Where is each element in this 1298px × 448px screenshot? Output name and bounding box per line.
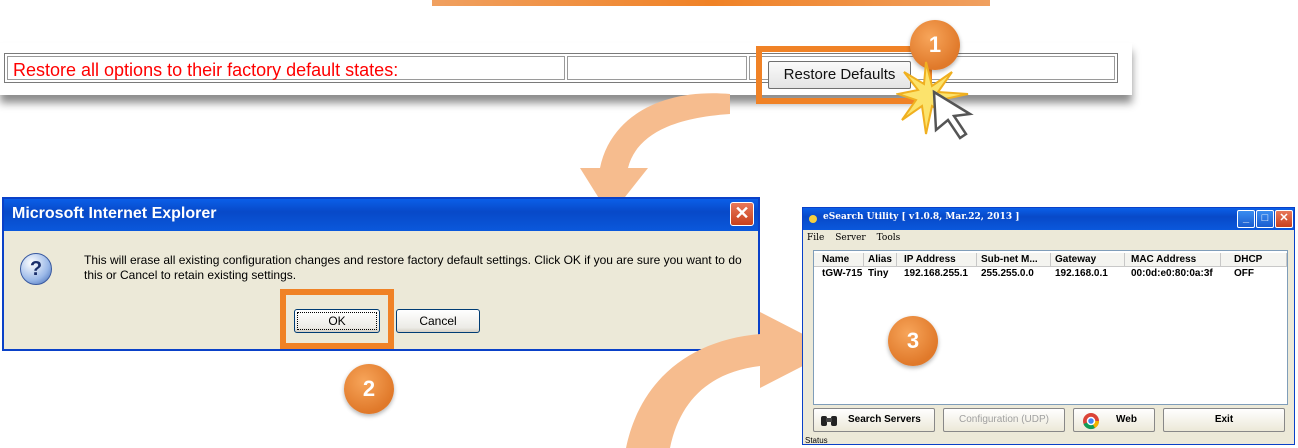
cell-ip: 192.168.255.1 xyxy=(904,268,968,279)
step-3-badge: 3 xyxy=(888,316,938,366)
server-list-header: Name Alias IP Address Sub-net M... Gatew… xyxy=(814,253,1287,267)
exit-button[interactable]: Exit xyxy=(1163,408,1285,432)
column-mac[interactable]: MAC Address xyxy=(1131,254,1196,265)
web-label: Web xyxy=(1116,414,1137,425)
restore-empty-cell xyxy=(567,56,747,80)
restore-label: Restore all options to their factory def… xyxy=(13,60,399,80)
cancel-button[interactable]: Cancel xyxy=(396,309,480,333)
maximize-icon[interactable]: □ xyxy=(1256,210,1274,228)
esearch-titlebar: eSearch Utility [ v1.0.8, Mar.22, 2013 ]… xyxy=(803,208,1294,230)
binoculars-icon xyxy=(821,416,837,426)
top-orange-line xyxy=(432,0,990,6)
search-servers-button[interactable]: Search Servers xyxy=(813,408,935,432)
chrome-icon xyxy=(1083,413,1100,430)
menu-server[interactable]: Server xyxy=(835,233,866,243)
column-dhcp[interactable]: DHCP xyxy=(1234,254,1262,265)
ok-highlight-box xyxy=(280,289,394,349)
question-icon: ? xyxy=(20,253,52,285)
cell-mac: 00:0d:e0:80:0a:3f xyxy=(1131,268,1213,279)
web-button[interactable]: Web xyxy=(1073,408,1155,432)
column-alias[interactable]: Alias xyxy=(868,254,892,265)
menu-tools[interactable]: Tools xyxy=(877,233,901,243)
server-list[interactable]: Name Alias IP Address Sub-net M... Gatew… xyxy=(813,250,1288,405)
esearch-window: eSearch Utility [ v1.0.8, Mar.22, 2013 ]… xyxy=(802,207,1295,445)
ie-titlebar: Microsoft Internet Explorer ✕ xyxy=(4,199,758,231)
cell-gateway: 192.168.0.1 xyxy=(1055,268,1108,279)
ie-dialog-title: Microsoft Internet Explorer xyxy=(12,205,217,222)
mouse-cursor-icon xyxy=(932,89,974,140)
configuration-udp-button[interactable]: Configuration (UDP) xyxy=(943,408,1065,432)
menu-file[interactable]: File xyxy=(807,233,824,243)
close-icon[interactable]: ✕ xyxy=(730,202,754,226)
step-2-badge: 2 xyxy=(344,364,394,414)
column-ip[interactable]: IP Address xyxy=(904,254,956,265)
esearch-menubar: File Server Tools xyxy=(807,233,908,243)
ie-dialog-message: This will erase all existing configurati… xyxy=(84,253,742,282)
esearch-title: eSearch Utility [ v1.0.8, Mar.22, 2013 ] xyxy=(823,212,1020,222)
cell-dhcp: OFF xyxy=(1234,268,1254,279)
cell-name: tGW-715 xyxy=(822,268,863,279)
minimize-icon[interactable]: _ xyxy=(1237,210,1255,228)
close-icon[interactable]: ✕ xyxy=(1275,210,1293,228)
cell-subnet: 255.255.0.0 xyxy=(981,268,1034,279)
cell-alias: Tiny xyxy=(868,268,889,279)
column-subnet[interactable]: Sub-net M... xyxy=(981,254,1038,265)
app-icon xyxy=(809,215,817,223)
column-name[interactable]: Name xyxy=(822,254,849,265)
status-bar: Status xyxy=(805,436,828,445)
column-gateway[interactable]: Gateway xyxy=(1055,254,1096,265)
search-servers-label: Search Servers xyxy=(848,414,921,425)
